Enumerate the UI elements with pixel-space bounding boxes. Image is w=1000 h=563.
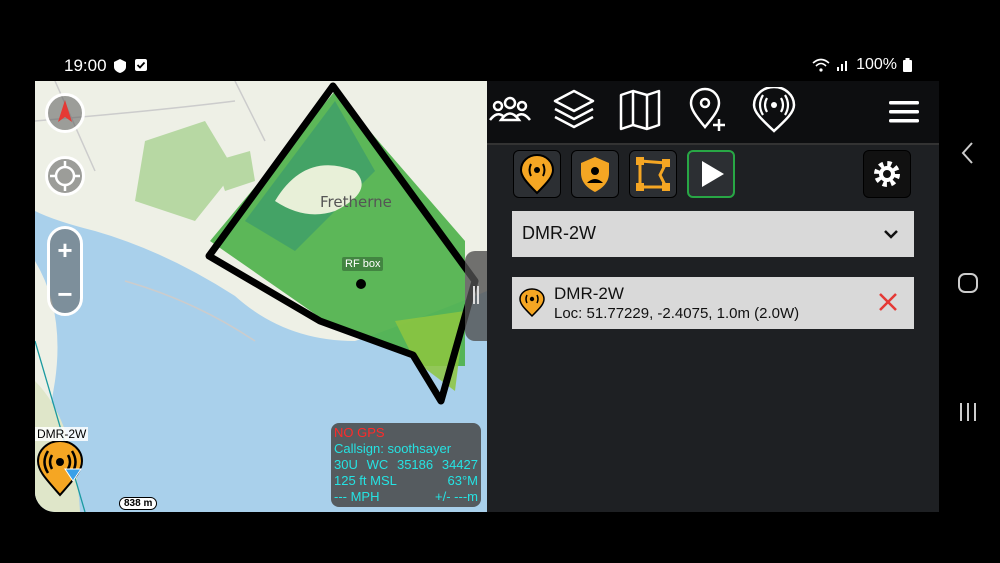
shape-label[interactable]: RF box: [342, 257, 384, 271]
signal-icon: [837, 61, 848, 71]
grid-square: WC: [366, 457, 389, 472]
accuracy: +/- ---m: [435, 489, 478, 504]
play-button[interactable]: [687, 150, 735, 198]
gear-icon: [874, 161, 900, 187]
heading: 63°M: [447, 473, 479, 488]
play-icon: [702, 161, 724, 187]
rf-marker-icon: [519, 288, 545, 318]
chevron-down-icon: [884, 230, 898, 239]
zoom-control: + −: [47, 226, 83, 316]
status-time: 19:00: [64, 56, 107, 75]
status-bar: 19:00 100%: [0, 52, 1000, 80]
radio-model-select[interactable]: DMR-2W: [512, 211, 914, 257]
speed-accuracy-row: --- MPH +/- ---m: [334, 489, 478, 505]
altitude: 125 ft MSL: [334, 473, 397, 488]
radio-tower-icon[interactable]: [751, 87, 797, 133]
altitude-heading-row: 125 ft MSL 63°M: [334, 473, 478, 489]
home-icon[interactable]: [956, 271, 980, 295]
contacts-icon[interactable]: [487, 87, 533, 133]
map-icon[interactable]: [617, 87, 663, 133]
crosshair-icon: [50, 161, 80, 191]
hamburger-menu-icon[interactable]: [885, 93, 923, 131]
locate-button[interactable]: [45, 156, 85, 196]
layers-icon[interactable]: [551, 87, 597, 133]
zoom-in-button[interactable]: +: [50, 235, 80, 265]
map-view[interactable]: Fretherne RF box + − DMR-2W 838 m NO GPS…: [35, 81, 487, 512]
add-marker-icon[interactable]: [685, 87, 731, 133]
battery-percent: 100%: [856, 56, 897, 73]
security-button[interactable]: [571, 150, 619, 198]
security-icon: [581, 157, 609, 192]
app-window: Fretherne RF box + − DMR-2W 838 m NO GPS…: [35, 81, 939, 512]
zoom-out-button[interactable]: −: [50, 279, 80, 309]
callsign: Callsign: soothsayer: [334, 441, 452, 456]
wifi-icon: [812, 58, 830, 72]
compass-icon: [58, 100, 72, 122]
settings-button[interactable]: [863, 150, 911, 198]
transmitter-list-item[interactable]: DMR-2W Loc: 51.77229, -2.4075, 1.0m (2.0…: [512, 277, 914, 329]
marker-label: DMR-2W: [35, 427, 89, 441]
speed: --- MPH: [334, 489, 380, 504]
gps-warning: NO GPS: [334, 425, 385, 440]
gps-info-panel[interactable]: NO GPS Callsign: soothsayer 30U WC 35186…: [331, 423, 481, 507]
easting: 35186: [396, 457, 434, 472]
grid-reference: 30U WC 35186 34427: [334, 457, 478, 473]
shield-notification-icon: [114, 59, 126, 73]
main-toolbar: [487, 81, 939, 145]
panel-drag-handle[interactable]: [465, 251, 487, 341]
battery-icon: [903, 58, 912, 72]
checkbox-notification-icon: [135, 59, 147, 71]
compass-button[interactable]: [45, 93, 85, 133]
place-label: Fretherne: [320, 193, 392, 211]
scale-bar: 838 m: [119, 497, 158, 510]
radio-model-value: DMR-2W: [522, 223, 596, 243]
transmitter-location: Loc: 51.77229, -2.4075, 1.0m (2.0W): [554, 305, 800, 322]
northing: 34427: [441, 457, 478, 472]
rf-marker-icon: [519, 154, 555, 195]
location-arrow-icon: [64, 468, 82, 482]
rf-marker-button[interactable]: [513, 150, 561, 198]
side-panel: DMR-2W DMR-2W Loc: 51.77229, -2.4075, 1.…: [487, 81, 939, 512]
delete-icon[interactable]: [876, 290, 900, 314]
grid-zone: 30U: [334, 457, 358, 472]
transmitter-name: DMR-2W: [554, 284, 624, 303]
system-nav-bar: [950, 0, 990, 563]
polygon-button[interactable]: [629, 150, 677, 198]
polygon-icon: [636, 157, 670, 191]
recents-icon[interactable]: [956, 400, 980, 424]
back-icon[interactable]: [958, 141, 978, 165]
